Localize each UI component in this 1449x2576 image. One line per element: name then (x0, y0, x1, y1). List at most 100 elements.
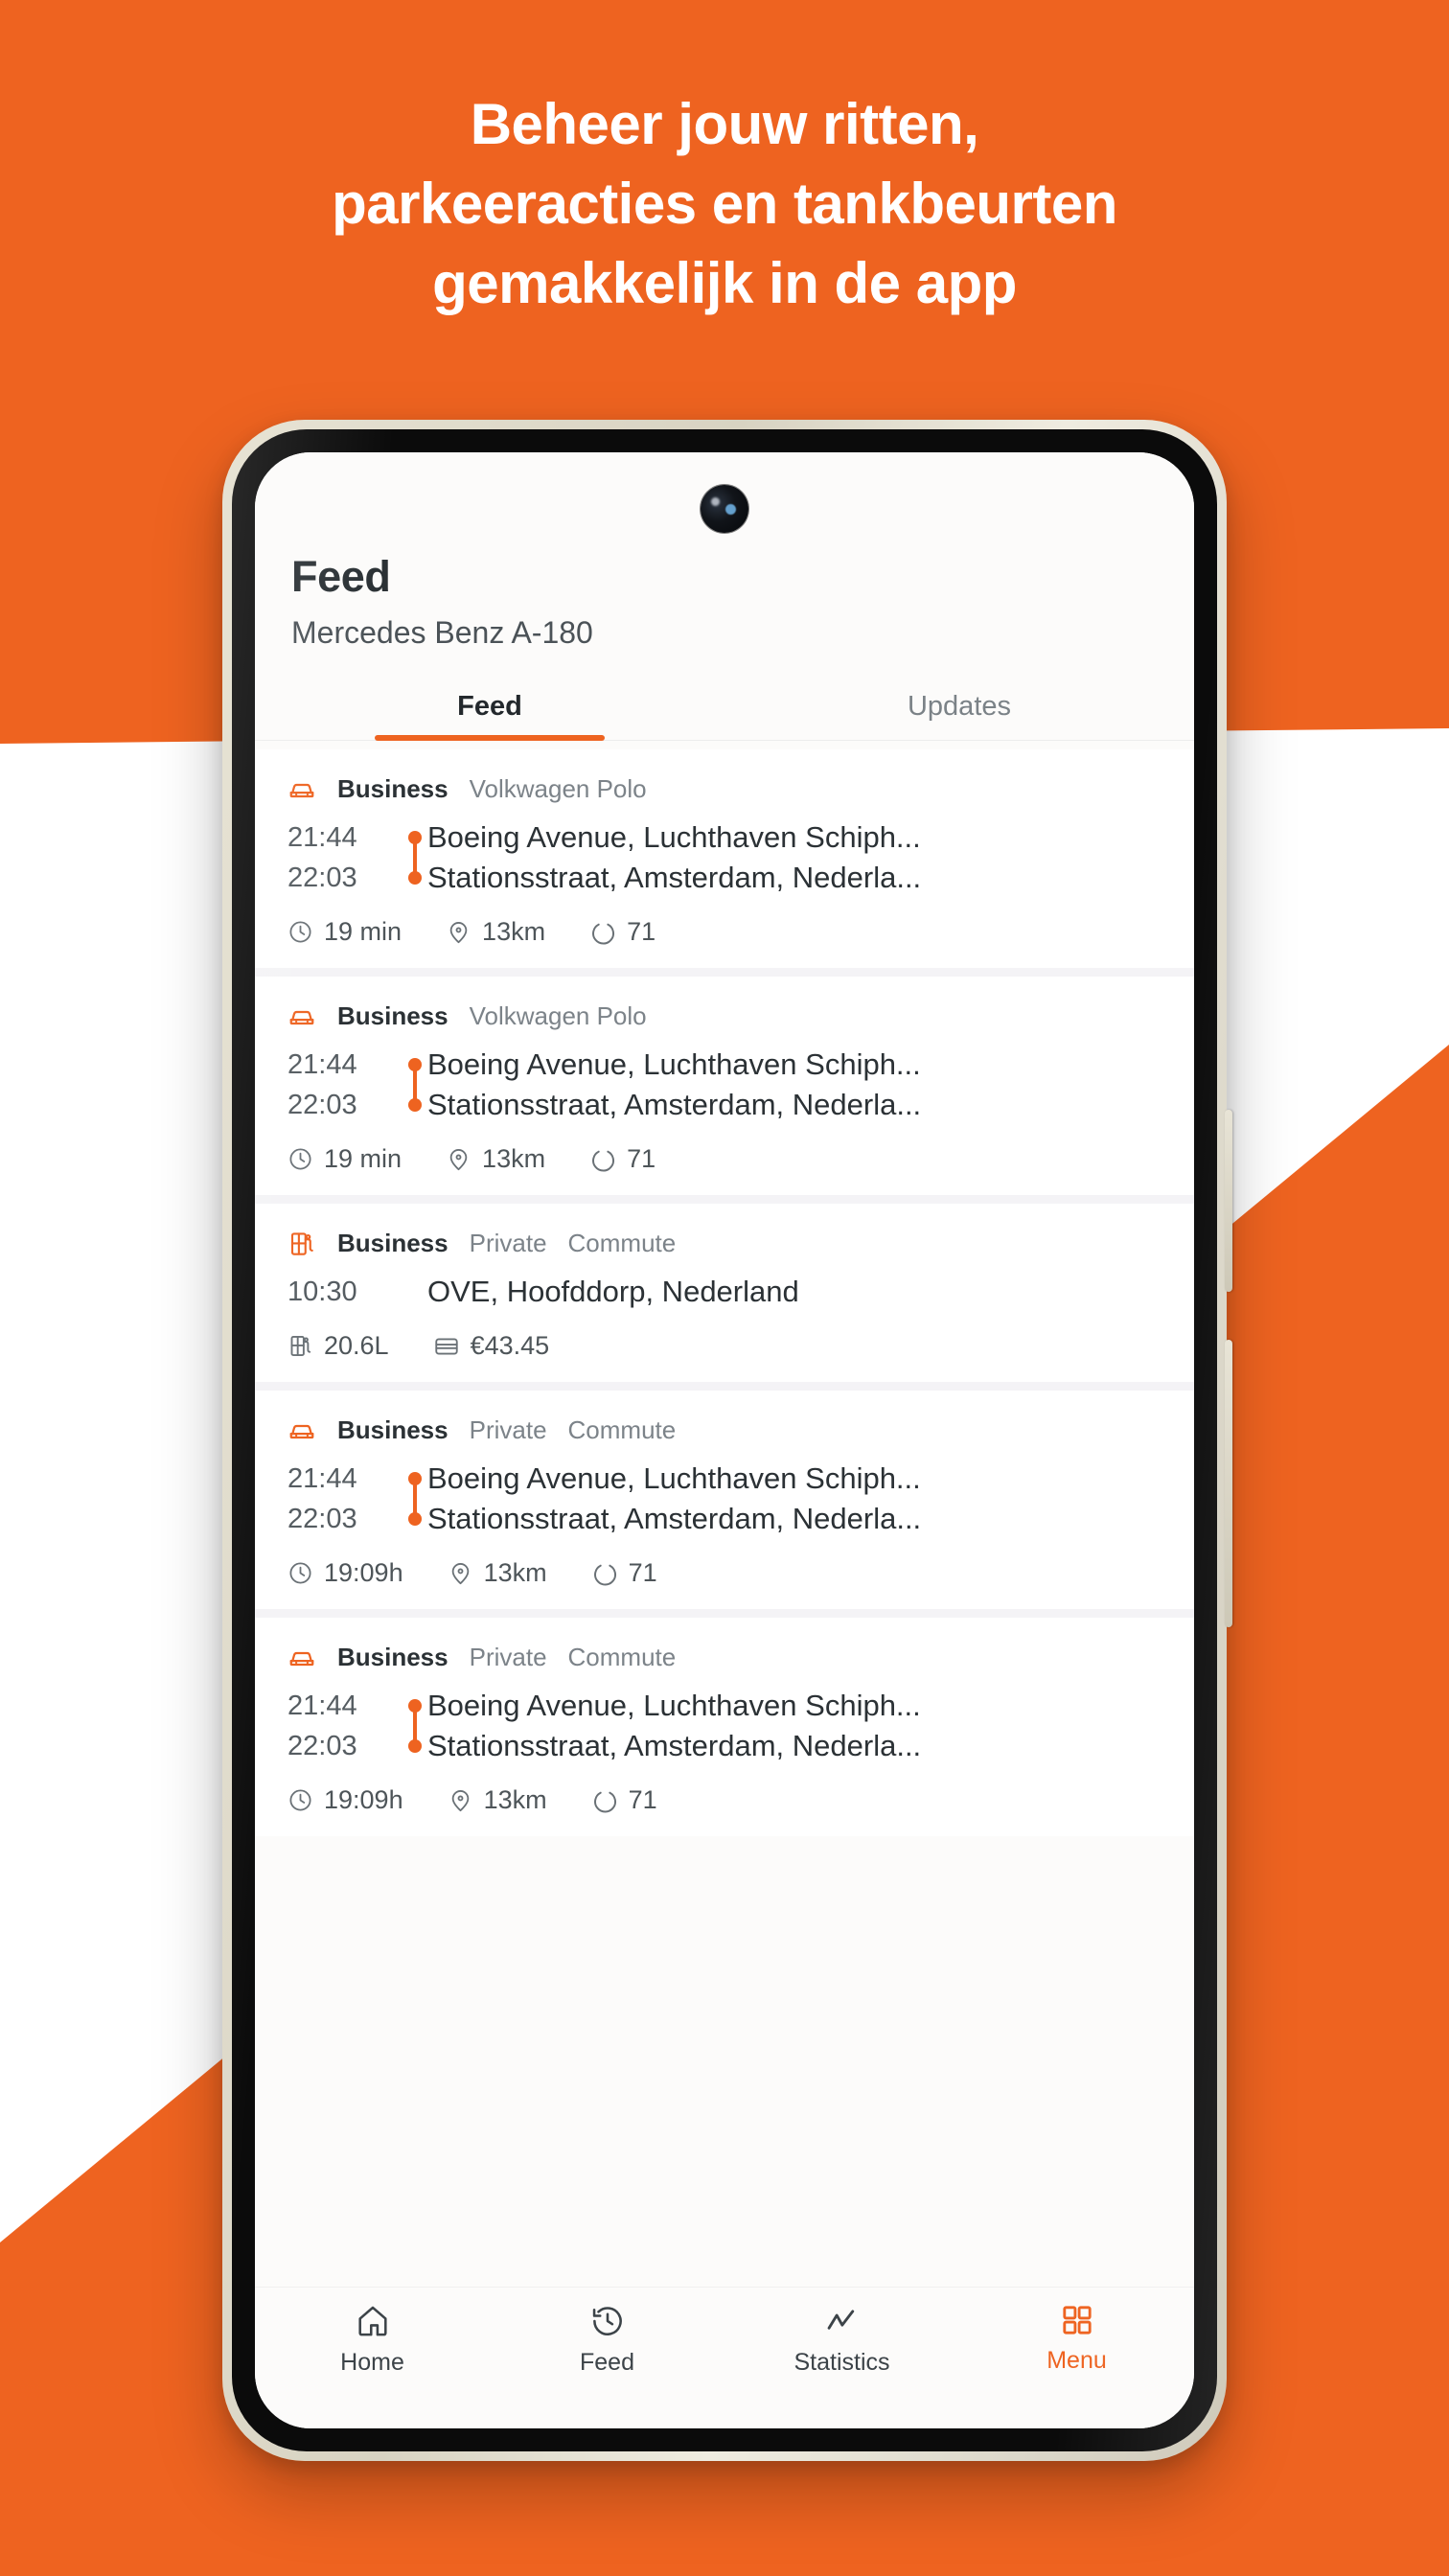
trip-start-location: Boeing Avenue, Luchthaven Schiph... (427, 1689, 921, 1722)
feed-card-trip[interactable]: Business Private Commute 21:44 22:03 Boein… (255, 1391, 1194, 1609)
feed-tag[interactable]: Private (470, 1415, 547, 1445)
metric-value: 19:09h (324, 1785, 403, 1814)
tab-updates[interactable]: Updates (724, 691, 1194, 740)
metric-value: 13km (483, 1558, 547, 1587)
feed-tag[interactable]: Commute (568, 1415, 677, 1445)
car-icon (288, 1002, 316, 1031)
fuel-pump-icon (288, 1333, 313, 1359)
feed-card-trip[interactable]: Business Private Commute 21:44 22:03 Boein… (255, 1618, 1194, 1836)
metric-value: 19:09h (324, 1558, 403, 1587)
feed-tag[interactable]: Business (337, 1001, 448, 1031)
metric-item: 13km (448, 1785, 547, 1815)
trip-start-location: Boeing Avenue, Luchthaven Schiph... (427, 1461, 921, 1495)
trip-end-location: Stationsstraat, Amsterdam, Nederla... (427, 1729, 922, 1762)
phone-power-button[interactable] (1225, 1340, 1232, 1627)
metric-value: 13km (483, 1785, 547, 1814)
card-tag-row: Business Private Commute (288, 1229, 1162, 1258)
trip-end-location: Stationsstraat, Amsterdam, Nederla... (427, 1088, 922, 1121)
gauge-icon (589, 919, 616, 946)
promo-stage: Beheer jouw ritten, parkeeracties en tan… (0, 0, 1449, 2576)
feed-tag[interactable]: Private (470, 1643, 547, 1672)
app-header: Feed Mercedes Benz A-180 (255, 452, 1194, 651)
metric-value: 13km (482, 917, 546, 946)
vehicle-subtitle: Mercedes Benz A-180 (291, 615, 593, 650)
metric-item: 19 min (288, 1144, 402, 1174)
trip-place-column: Boeing Avenue, Luchthaven Schiph... Stat… (427, 1686, 1162, 1766)
nav-item-menu[interactable]: Menu (959, 2303, 1194, 2375)
front-camera-icon (701, 485, 748, 533)
promo-headline: Beheer jouw ritten, parkeeracties en tan… (0, 84, 1449, 323)
gauge-icon (591, 1787, 618, 1814)
feed-tag[interactable]: Private (470, 1229, 547, 1258)
card-tag-row: Business Private Commute (288, 1643, 1162, 1672)
trip-end-time: 22:03 (288, 862, 357, 893)
feed-card-trip[interactable]: Business Volkwagen Polo 21:44 22:03 Boein… (255, 749, 1194, 968)
fuel-pump-icon (288, 1230, 316, 1258)
nav-item-feed[interactable]: Feed (490, 2303, 724, 2377)
trip-time-column: 21:44 22:03 (288, 1459, 402, 1539)
history-clock-icon (589, 2303, 626, 2339)
metric-value: €43.45 (470, 1331, 550, 1360)
trip-end-time: 22:03 (288, 1090, 357, 1120)
feed-tag[interactable]: Business (337, 1643, 448, 1672)
headline-line-3: gemakkelijk in de app (432, 251, 1017, 315)
fuel-location: OVE, Hoofddorp, Nederland (427, 1275, 799, 1308)
clock-icon (288, 1787, 313, 1813)
feed-tag[interactable]: Commute (568, 1229, 677, 1258)
nav-item-home[interactable]: Home (255, 2303, 490, 2377)
feed-tag[interactable]: Business (337, 1415, 448, 1445)
feed-card-trip[interactable]: Business Volkwagen Polo 21:44 22:03 Boein… (255, 977, 1194, 1195)
feed-tag[interactable]: Business (337, 1229, 448, 1258)
feed-list: Business Volkwagen Polo 21:44 22:03 Boein… (255, 749, 1194, 1836)
feed-tag[interactable]: Volkwagen Polo (470, 774, 647, 804)
card-tag-row: Business Volkwagen Polo (288, 774, 1162, 804)
car-icon (288, 775, 316, 804)
car-icon (288, 1416, 316, 1445)
metric-item: 71 (589, 1144, 656, 1174)
trip-place-column: Boeing Avenue, Luchthaven Schiph... Stat… (427, 1045, 1162, 1125)
headline-line-1: Beheer jouw ritten, (470, 92, 979, 156)
trip-time-column: 21:44 22:03 (288, 1686, 402, 1766)
feed-tag[interactable]: Commute (568, 1643, 677, 1672)
trip-start-time: 21:44 (288, 1690, 357, 1721)
home-icon (355, 2303, 391, 2339)
feed-card-fuel[interactable]: Business Private Commute 10:30 OVE, Hoofdd… (255, 1204, 1194, 1382)
nav-label: Feed (580, 2349, 634, 2376)
metric-item: 20.6L (288, 1331, 389, 1361)
trip-time-column: 21:44 22:03 (288, 817, 402, 898)
trip-route-body: 21:44 22:03 Boeing Avenue, Luchthaven Sc… (288, 1686, 1162, 1766)
trip-start-location: Boeing Avenue, Luchthaven Schiph... (427, 820, 921, 854)
trip-start-time: 21:44 (288, 1049, 357, 1080)
fuel-place-column: OVE, Hoofddorp, Nederland (427, 1272, 1162, 1312)
metric-value: 71 (627, 1144, 656, 1173)
trip-time-column: 21:44 22:03 (288, 1045, 402, 1125)
nav-item-statistics[interactable]: Statistics (724, 2303, 959, 2377)
route-timeline-icon (402, 1045, 427, 1125)
grid-squares-icon (1060, 2303, 1094, 2337)
metric-row: 19 min 13km 71 (288, 917, 1162, 947)
phone-volume-button[interactable] (1225, 1110, 1232, 1292)
metric-item: 71 (591, 1785, 657, 1815)
trend-line-icon (824, 2303, 861, 2339)
card-tag-row: Business Volkwagen Polo (288, 1001, 1162, 1031)
route-timeline-icon (402, 817, 427, 898)
page-title: Feed (291, 552, 391, 601)
metric-value: 13km (482, 1144, 546, 1173)
gauge-icon (589, 1146, 616, 1173)
gauge-icon (591, 1560, 618, 1587)
tab-feed[interactable]: Feed (255, 691, 724, 740)
feed-tag[interactable]: Business (337, 774, 448, 804)
metric-value: 71 (627, 917, 656, 946)
metric-item: 71 (591, 1558, 657, 1588)
feed-tag[interactable]: Volkwagen Polo (470, 1001, 647, 1031)
pin-icon (446, 919, 472, 945)
metric-row: 19 min 13km 71 (288, 1144, 1162, 1174)
metric-value: 71 (628, 1558, 657, 1587)
fuel-entry-body: 10:30 OVE, Hoofddorp, Nederland (288, 1272, 1162, 1312)
trip-end-location: Stationsstraat, Amsterdam, Nederla... (427, 861, 922, 894)
phone-bezel: Feed Mercedes Benz A-180 Feed Updates Bu… (232, 429, 1217, 2451)
metric-item: 13km (446, 1144, 545, 1174)
trip-start-location: Boeing Avenue, Luchthaven Schiph... (427, 1047, 921, 1081)
trip-end-time: 22:03 (288, 1731, 357, 1761)
fuel-time: 10:30 (288, 1276, 357, 1307)
